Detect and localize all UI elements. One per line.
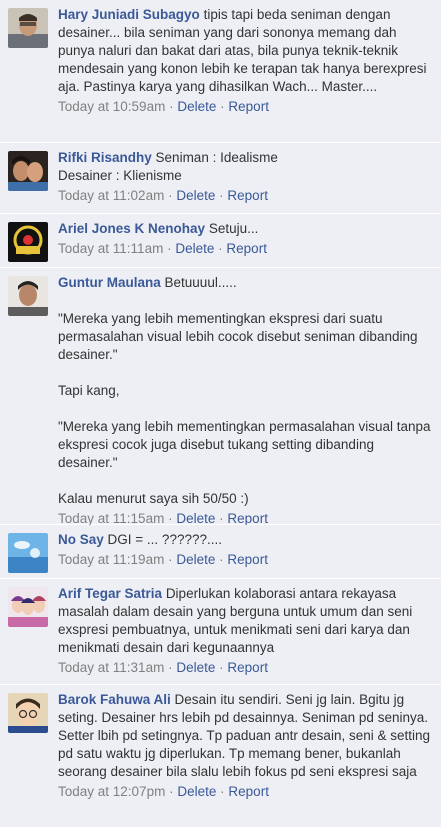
report-link[interactable]: Report bbox=[227, 511, 268, 526]
comment-timestamp: Today at 11:19am bbox=[58, 552, 165, 567]
meta-separator: · bbox=[168, 511, 173, 526]
comment-author-link[interactable]: Rifki Risandhy bbox=[58, 150, 152, 165]
comment-meta: Today at 10:59am · Delete · Report bbox=[58, 98, 433, 116]
meta-separator: · bbox=[168, 660, 173, 675]
comment-author-link[interactable]: Guntur Maulana bbox=[58, 275, 161, 290]
comment-author-link[interactable]: No Say bbox=[58, 532, 104, 547]
meta-separator: · bbox=[168, 188, 173, 203]
delete-link[interactable]: Delete bbox=[175, 241, 214, 256]
comment-meta: Today at 11:31am · Delete · Report bbox=[58, 659, 433, 677]
comment-meta: Today at 12:07pm · Delete · Report bbox=[58, 783, 433, 801]
comment-item: Rifki Risandhy Seniman : Idealisme Desai… bbox=[0, 143, 441, 214]
radio-logo-avatar[interactable] bbox=[8, 222, 48, 262]
blue-sky-avatar[interactable] bbox=[8, 533, 48, 573]
comment-item: Arif Tegar Satria Diperlukan kolaborasi … bbox=[0, 579, 441, 685]
meta-separator: · bbox=[169, 99, 174, 114]
delete-link[interactable]: Delete bbox=[176, 552, 215, 567]
meta-separator: · bbox=[219, 511, 224, 526]
comment-item: Ariel Jones K Nenohay Setuju... Today at… bbox=[0, 214, 441, 268]
couple-portrait-avatar[interactable] bbox=[8, 151, 48, 191]
meta-separator: · bbox=[220, 99, 225, 114]
meta-separator: · bbox=[167, 241, 172, 256]
meta-separator: · bbox=[220, 784, 225, 799]
delete-link[interactable]: Delete bbox=[176, 188, 215, 203]
report-link[interactable]: Report bbox=[227, 188, 268, 203]
comment-author-link[interactable]: Ariel Jones K Nenohay bbox=[58, 221, 205, 236]
comment-author-link[interactable]: Barok Fahuwa Ali bbox=[58, 692, 171, 707]
comment-meta: Today at 11:02am · Delete · Report bbox=[58, 187, 433, 205]
report-link[interactable]: Report bbox=[226, 241, 267, 256]
comment-timestamp: Today at 11:11am bbox=[58, 241, 164, 256]
comment-item: No Say DGI = ... ??????.... Today at 11:… bbox=[0, 525, 441, 579]
comment-text: DGI = ... ??????.... bbox=[107, 532, 222, 547]
delete-link[interactable]: Delete bbox=[176, 660, 215, 675]
young-man-portrait-avatar[interactable] bbox=[8, 276, 48, 316]
report-link[interactable]: Report bbox=[227, 660, 268, 675]
comment-item: Barok Fahuwa Ali Desain itu sendiri. Sen… bbox=[0, 685, 441, 828]
comment-timestamp: Today at 11:15am bbox=[58, 511, 165, 526]
comment-timestamp: Today at 11:31am bbox=[58, 660, 165, 675]
comment-text: Betuuuul..... "Mereka yang lebih mementi… bbox=[58, 275, 431, 506]
comment-author-link[interactable]: Arif Tegar Satria bbox=[58, 586, 162, 601]
report-link[interactable]: Report bbox=[227, 552, 268, 567]
comment-meta: Today at 11:19am · Delete · Report bbox=[58, 551, 433, 569]
meta-separator: · bbox=[168, 552, 173, 567]
cartoon-detective-avatar[interactable] bbox=[8, 693, 48, 733]
delete-link[interactable]: Delete bbox=[176, 511, 215, 526]
comment-author-link[interactable]: Hary Juniadi Subagyo bbox=[58, 7, 200, 22]
anime-characters-avatar[interactable] bbox=[8, 587, 48, 627]
man-portrait-avatar[interactable] bbox=[8, 8, 48, 48]
comment-meta: Today at 11:11am · Delete · Report bbox=[58, 240, 433, 258]
meta-separator: · bbox=[219, 188, 224, 203]
comment-timestamp: Today at 10:59am bbox=[58, 99, 166, 114]
meta-separator: · bbox=[219, 660, 224, 675]
report-link[interactable]: Report bbox=[228, 784, 269, 799]
comment-item: Hary Juniadi Subagyo tipis tapi beda sen… bbox=[0, 0, 441, 143]
report-link[interactable]: Report bbox=[228, 99, 269, 114]
comment-item: Guntur Maulana Betuuuul..... "Mereka yan… bbox=[0, 268, 441, 526]
comment-timestamp: Today at 11:02am bbox=[58, 188, 165, 203]
delete-link[interactable]: Delete bbox=[177, 784, 216, 799]
comment-list: Hary Juniadi Subagyo tipis tapi beda sen… bbox=[0, 0, 441, 828]
meta-separator: · bbox=[169, 784, 174, 799]
meta-separator: · bbox=[219, 552, 224, 567]
delete-link[interactable]: Delete bbox=[177, 99, 216, 114]
comment-timestamp: Today at 12:07pm bbox=[58, 784, 166, 799]
comment-text: Setuju... bbox=[208, 221, 259, 236]
meta-separator: · bbox=[218, 241, 223, 256]
